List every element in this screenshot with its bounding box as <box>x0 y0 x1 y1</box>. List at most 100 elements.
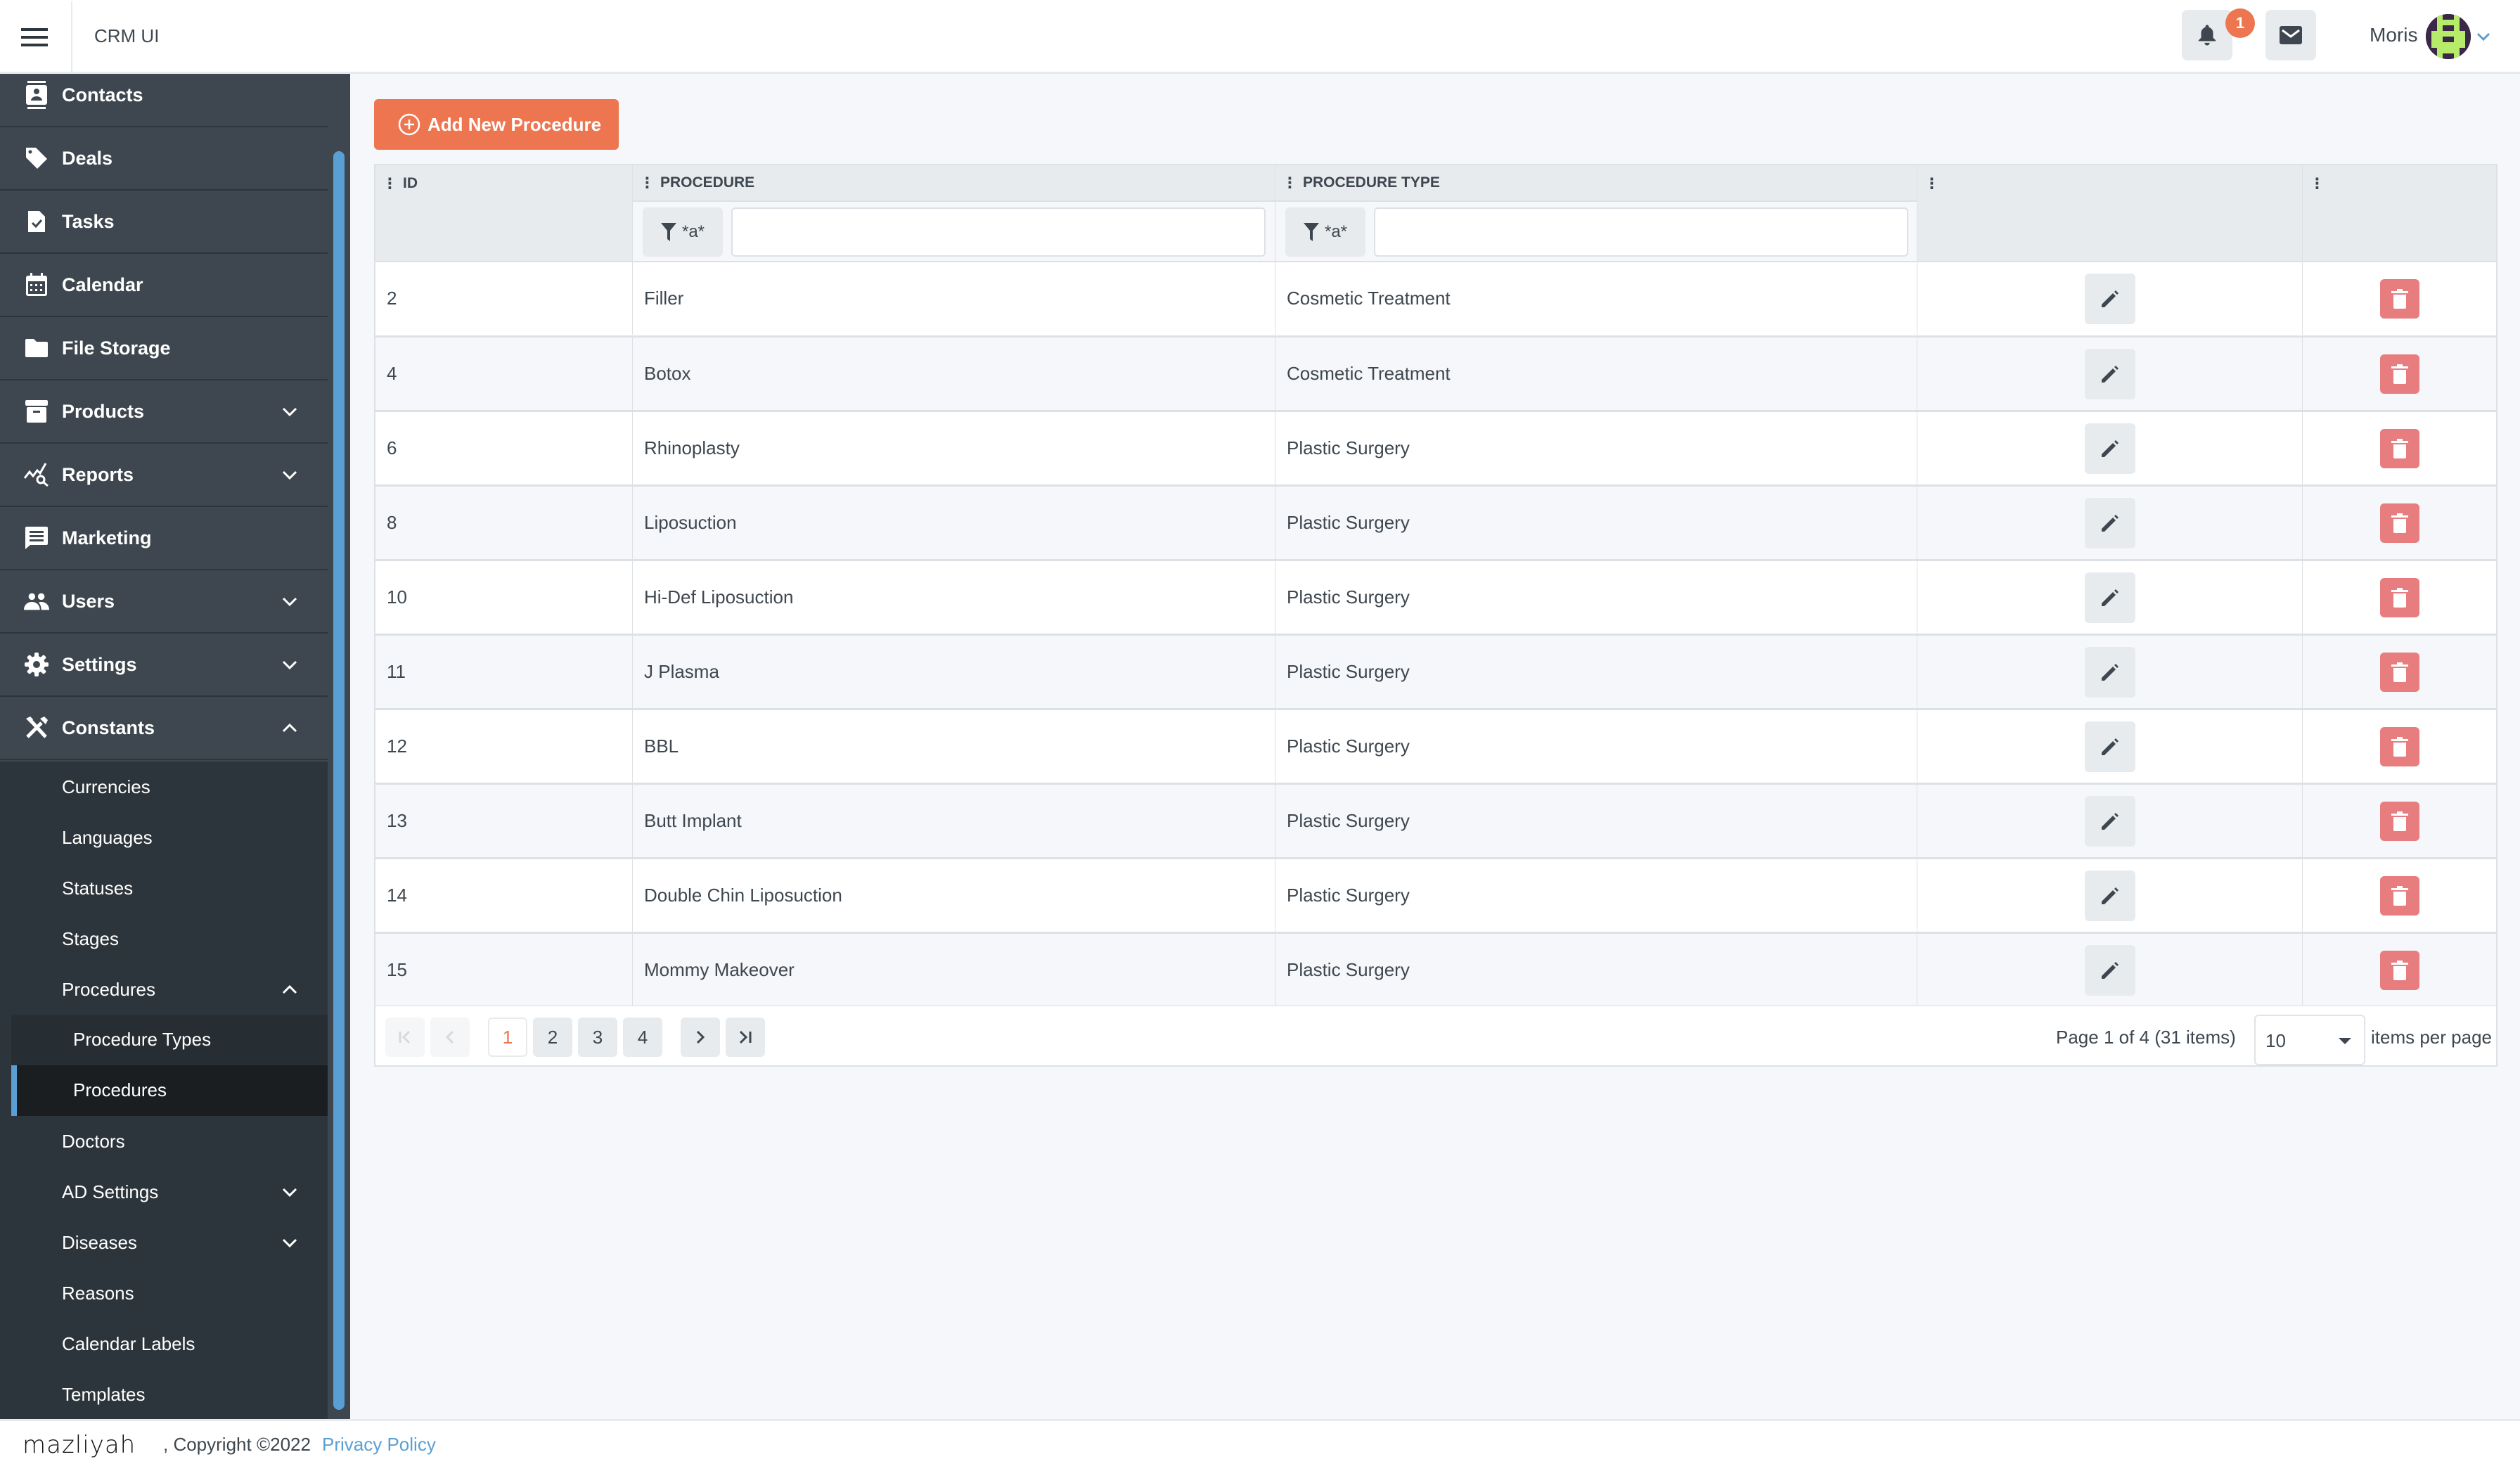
first-page-icon <box>399 1030 411 1044</box>
delete-button[interactable] <box>2379 503 2419 543</box>
delete-button[interactable] <box>2379 652 2419 692</box>
next-page-button[interactable] <box>681 1017 720 1057</box>
column-header-edit[interactable]: ⋮ <box>1917 165 2303 261</box>
delete-button[interactable] <box>2379 950 2419 990</box>
chevron-down-icon[interactable] <box>2475 28 2492 45</box>
sidebar-item-doctors[interactable]: Doctors <box>0 1116 328 1167</box>
sidebar-item-calendar-labels[interactable]: Calendar Labels <box>0 1318 328 1369</box>
sidebar-item-currencies[interactable]: Currencies <box>0 762 328 812</box>
table-row[interactable]: 11 J Plasma Plastic Surgery <box>375 634 2496 708</box>
first-page-button[interactable] <box>385 1017 425 1057</box>
hamburger-icon[interactable] <box>21 28 48 48</box>
table-row[interactable]: 13 Butt Implant Plastic Surgery <box>375 783 2496 857</box>
edit-button[interactable] <box>2084 273 2135 324</box>
procedure-type-filter-input[interactable] <box>1374 207 1908 257</box>
column-header-delete[interactable]: ⋮ <box>2303 165 2496 261</box>
procedure-filter-input[interactable] <box>731 207 1266 257</box>
delete-button[interactable] <box>2379 428 2419 468</box>
sidebar-item-statuses[interactable]: Statuses <box>0 863 328 913</box>
sidebar-item-label: Calendar <box>62 274 143 295</box>
last-page-icon <box>739 1030 752 1044</box>
sidebar-item-procedure-types[interactable]: Procedure Types <box>11 1015 328 1065</box>
edit-button[interactable] <box>2084 423 2135 474</box>
delete-button[interactable] <box>2379 278 2419 319</box>
cell-edit <box>1917 710 2303 783</box>
edit-button[interactable] <box>2084 646 2135 698</box>
sidebar-item-stages[interactable]: Stages <box>0 913 328 964</box>
edit-button[interactable] <box>2084 572 2135 623</box>
page-size-select[interactable]: 10 <box>2254 1015 2365 1065</box>
sidebar-item-languages[interactable]: Languages <box>0 812 328 863</box>
table-row[interactable]: 15 Mommy Makeover Plastic Surgery <box>375 932 2496 1006</box>
delete-button[interactable] <box>2379 801 2419 841</box>
page-button-4[interactable]: 4 <box>623 1017 662 1057</box>
privacy-policy-link[interactable]: Privacy Policy <box>322 1434 436 1456</box>
sidebar-item-reports[interactable]: Reports <box>0 444 328 507</box>
edit-button[interactable] <box>2084 348 2135 399</box>
sidebar-item-procedures[interactable]: Procedures <box>11 1065 328 1116</box>
add-new-procedure-button[interactable]: Add New Procedure <box>374 99 619 150</box>
sidebar-item-templates[interactable]: Templates <box>0 1369 328 1419</box>
tools-icon <box>24 715 49 740</box>
table-row[interactable]: 8 Liposuction Plastic Surgery <box>375 484 2496 559</box>
edit-button[interactable] <box>2084 944 2135 996</box>
page-button-1[interactable]: 1 <box>488 1017 527 1057</box>
column-menu-icon[interactable]: ⋮ <box>2310 175 2325 193</box>
sidebar-item-diseases[interactable]: Diseases <box>0 1217 328 1268</box>
page-button-3[interactable]: 3 <box>578 1017 617 1057</box>
edit-button[interactable] <box>2084 497 2135 548</box>
table-row[interactable]: 2 Filler Cosmetic Treatment <box>375 261 2496 335</box>
edit-button[interactable] <box>2084 795 2135 847</box>
page-button-2[interactable]: 2 <box>533 1017 572 1057</box>
delete-button[interactable] <box>2379 577 2419 617</box>
sidebar-item-procedures-group[interactable]: Procedures <box>0 964 328 1015</box>
user-avatar[interactable] <box>2426 14 2471 59</box>
column-header-procedure-type[interactable]: ⋮ PROCEDURE TYPE <box>1275 165 1917 200</box>
sidebar-item-tasks[interactable]: Tasks <box>0 191 328 254</box>
sidebar-item-label: Procedures <box>62 978 155 1000</box>
sidebar-item-ad-settings[interactable]: AD Settings <box>0 1167 328 1217</box>
delete-button[interactable] <box>2379 354 2419 394</box>
filter-icon <box>660 223 676 241</box>
cell-procedure-type: Plastic Surgery <box>1275 785 1917 857</box>
constants-submenu: Currencies Languages Statuses Stages Pro… <box>0 762 328 1419</box>
table-row[interactable]: 12 BBL Plastic Surgery <box>375 708 2496 783</box>
sidebar-item-deals[interactable]: Deals <box>0 127 328 191</box>
sidebar-item-calendar[interactable]: Calendar <box>0 254 328 317</box>
notifications-button[interactable] <box>2182 10 2232 60</box>
sidebar-scrollbar[interactable] <box>333 151 345 1410</box>
delete-button[interactable] <box>2379 726 2419 766</box>
sidebar-item-label: File Storage <box>62 337 171 359</box>
sidebar-item-users[interactable]: Users <box>0 570 328 634</box>
cell-procedure: Hi-Def Liposuction <box>633 561 1275 634</box>
column-menu-icon[interactable]: ⋮ <box>640 174 655 192</box>
sidebar-item-file-storage[interactable]: File Storage <box>0 317 328 380</box>
user-name[interactable]: Moris <box>2370 24 2417 46</box>
sidebar-item-contacts[interactable]: Contacts <box>0 74 328 127</box>
filter-operator-button[interactable]: *a* <box>643 207 723 257</box>
pencil-icon <box>2101 812 2119 830</box>
column-menu-icon[interactable]: ⋮ <box>382 175 397 193</box>
sidebar-item-constants[interactable]: Constants <box>0 697 328 760</box>
sidebar-item-marketing[interactable]: Marketing <box>0 507 328 570</box>
column-header-procedure[interactable]: ⋮ PROCEDURE <box>633 165 1275 200</box>
last-page-button[interactable] <box>726 1017 765 1057</box>
table-row[interactable]: 4 Botox Cosmetic Treatment <box>375 335 2496 410</box>
table-row[interactable]: 14 Double Chin Liposuction Plastic Surge… <box>375 857 2496 932</box>
edit-button[interactable] <box>2084 721 2135 772</box>
edit-button[interactable] <box>2084 870 2135 921</box>
cell-procedure: Filler <box>633 262 1275 335</box>
envelope-icon <box>2280 26 2302 44</box>
sidebar-item-settings[interactable]: Settings <box>0 634 328 697</box>
table-row[interactable]: 6 Rhinoplasty Plastic Surgery <box>375 410 2496 484</box>
column-menu-icon[interactable]: ⋮ <box>1282 174 1297 192</box>
messages-button[interactable] <box>2265 10 2316 60</box>
previous-page-button[interactable] <box>430 1017 470 1057</box>
column-menu-icon[interactable]: ⋮ <box>1924 175 1939 193</box>
sidebar-item-products[interactable]: Products <box>0 380 328 444</box>
delete-button[interactable] <box>2379 875 2419 916</box>
sidebar-item-reasons[interactable]: Reasons <box>0 1268 328 1318</box>
filter-operator-button[interactable]: *a* <box>1285 207 1365 257</box>
table-row[interactable]: 10 Hi-Def Liposuction Plastic Surgery <box>375 559 2496 634</box>
column-header-id[interactable]: ⋮ ID <box>375 165 633 261</box>
